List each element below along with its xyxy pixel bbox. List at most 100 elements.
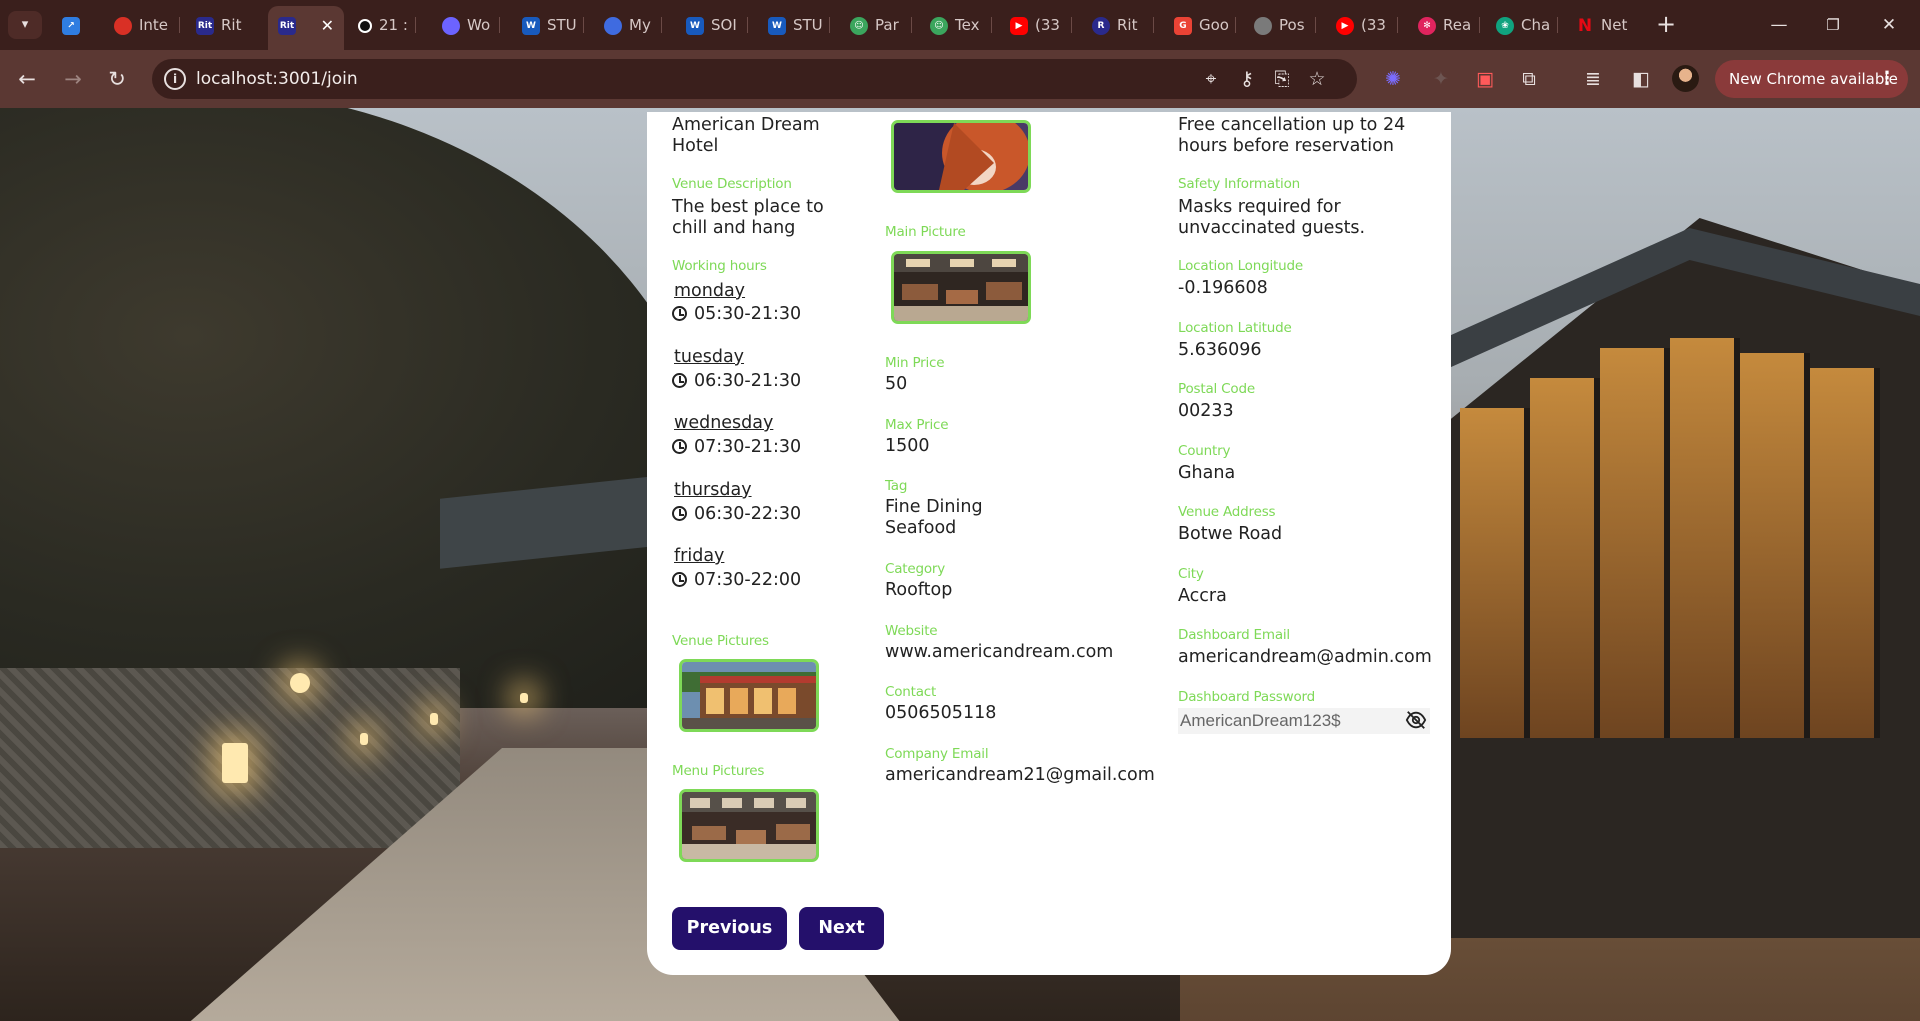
contact-label: Contact [885, 684, 937, 700]
cancellation-policy: Free cancellation up to 24 hours before … [1178, 115, 1406, 156]
more-menu-icon[interactable]: ⋮ [1878, 60, 1896, 98]
robot-icon: ☺ [850, 16, 868, 35]
word-icon: W [686, 16, 704, 35]
bookmark-star-icon[interactable]: ☆ [1305, 67, 1329, 91]
profile-picture-thumbnail[interactable] [891, 120, 1031, 193]
background-window [1460, 408, 1530, 738]
extension-flower-icon[interactable]: ✺ [1380, 66, 1406, 92]
address-bar[interactable]: i localhost:3001/join ⌖ ⚷ ⎘ ☆ [152, 59, 1357, 99]
extension-red-icon[interactable]: ▣ [1472, 66, 1498, 92]
tab-20[interactable]: N Net [1576, 8, 1638, 42]
venue-picture-thumbnail[interactable] [679, 659, 819, 732]
tab-search-button[interactable]: ▾ [8, 11, 42, 39]
url-text[interactable]: localhost:3001/join [196, 59, 358, 99]
restaurant-exterior-image [682, 662, 816, 729]
hours-monday: 05:30-21:30 [672, 304, 801, 324]
main-picture-thumbnail[interactable] [891, 251, 1031, 324]
profile-avatar[interactable] [1672, 65, 1699, 92]
menu-picture-thumbnail[interactable] [679, 789, 819, 862]
tab-6[interactable]: Wo [442, 8, 500, 42]
main-picture-label: Main Picture [885, 224, 966, 240]
website: www.americandream.com [885, 642, 1114, 662]
google-icon: G [1174, 16, 1192, 35]
previous-button[interactable]: Previous [672, 907, 787, 950]
extension-dark-icon[interactable]: ✦ [1428, 66, 1454, 92]
chatgpt-icon: ❀ [1496, 16, 1514, 35]
tab-18[interactable]: ✻ Rea [1418, 8, 1480, 42]
tab-2[interactable]: Inte [114, 8, 180, 42]
password-key-icon[interactable]: ⚷ [1235, 67, 1259, 91]
eye-off-icon[interactable] [1405, 709, 1427, 731]
dashboard-email-label: Dashboard Email [1178, 627, 1290, 643]
restaurant-interior-image [682, 792, 816, 859]
dashboard-password-value[interactable]: AmericanDream123$ [1180, 711, 1341, 731]
tab-15[interactable]: G Goo [1174, 8, 1236, 42]
chrome-update-button[interactable]: New Chrome available ⋮ [1715, 60, 1908, 98]
max-price: 1500 [885, 436, 930, 456]
back-arrow-icon[interactable]: ← [12, 64, 42, 94]
tab-1[interactable]: ↗ [62, 8, 102, 42]
safety-information: Masks required for unvaccinated guests. [1178, 197, 1366, 238]
country-label: Country [1178, 443, 1231, 459]
anime-character-image [894, 123, 1028, 190]
media-controls-icon[interactable]: ≣ [1580, 66, 1606, 92]
company-email-label: Company Email [885, 746, 989, 762]
tag-label: Tag [885, 478, 908, 494]
minimize-icon[interactable]: — [1756, 10, 1802, 40]
city-label: City [1178, 566, 1204, 582]
location-pin-icon[interactable]: ⌖ [1199, 67, 1223, 91]
postal-code: 00233 [1178, 401, 1234, 421]
city: Accra [1178, 586, 1227, 606]
word-icon: W [522, 16, 540, 35]
menu-pictures-label: Menu Pictures [672, 763, 765, 779]
min-price: 50 [885, 374, 908, 394]
longitude-label: Location Longitude [1178, 258, 1303, 274]
new-tab-button[interactable]: + [1651, 8, 1681, 42]
youtube-icon: ▶ [1010, 16, 1028, 35]
extensions-puzzle-icon[interactable]: ⧉ [1516, 66, 1542, 92]
next-button[interactable]: Next [799, 907, 884, 950]
reload-icon[interactable]: ↻ [102, 64, 132, 94]
tab-7[interactable]: W STU [522, 8, 584, 42]
tab-8[interactable]: My [604, 8, 662, 42]
tab-5[interactable]: 21 : [358, 8, 416, 42]
hours-wednesday: 07:30-21:30 [672, 437, 801, 457]
max-price-label: Max Price [885, 417, 949, 433]
rit-logo-icon: Rit [278, 16, 296, 35]
restaurant-dining-image [894, 254, 1028, 321]
forward-arrow-icon[interactable]: → [58, 64, 88, 94]
tab-3[interactable]: Rit Rit [196, 8, 262, 42]
background-window [1810, 368, 1880, 738]
install-app-icon[interactable]: ⎘ [1270, 67, 1294, 91]
contact: 0506505118 [885, 703, 997, 723]
background-window [1670, 338, 1740, 738]
background-hill [0, 108, 720, 708]
close-tab-icon[interactable]: ✕ [321, 6, 334, 46]
dashboard-password-label: Dashboard Password [1178, 689, 1315, 705]
tab-13[interactable]: ▶ (33 [1010, 8, 1072, 42]
clock-icon [672, 506, 687, 521]
tab-active[interactable]: Rit ✕ [268, 6, 344, 50]
background-lamp [290, 673, 310, 693]
tab-14[interactable]: R Rit [1092, 8, 1154, 42]
tab-19[interactable]: ❀ Cha [1496, 8, 1558, 42]
tab-10[interactable]: W STU [768, 8, 830, 42]
tag-item: Fine Dining [885, 497, 983, 517]
site-info-icon[interactable]: i [164, 68, 186, 90]
background-lamp [520, 693, 528, 703]
category-label: Category [885, 561, 946, 577]
tab-12[interactable]: ☺ Tex [930, 8, 992, 42]
tab-17[interactable]: ▶ (33 [1336, 8, 1398, 42]
restore-icon[interactable]: ❐ [1810, 10, 1856, 40]
tab-9[interactable]: W SOI [686, 8, 748, 42]
tab-11[interactable]: ☺ Par [850, 8, 912, 42]
close-window-icon[interactable]: ✕ [1866, 10, 1912, 40]
circle-logo-icon [604, 16, 622, 35]
safety-information-label: Safety Information [1178, 176, 1301, 192]
tab-16[interactable]: Pos [1254, 8, 1316, 42]
day-friday: friday [674, 546, 725, 566]
youtube-icon: ▶ [1336, 16, 1354, 35]
dashboard-password-field[interactable]: AmericanDream123$ [1178, 708, 1430, 734]
company-email: americandream21@gmail.com [885, 765, 1155, 785]
side-panel-icon[interactable]: ◧ [1628, 66, 1654, 92]
